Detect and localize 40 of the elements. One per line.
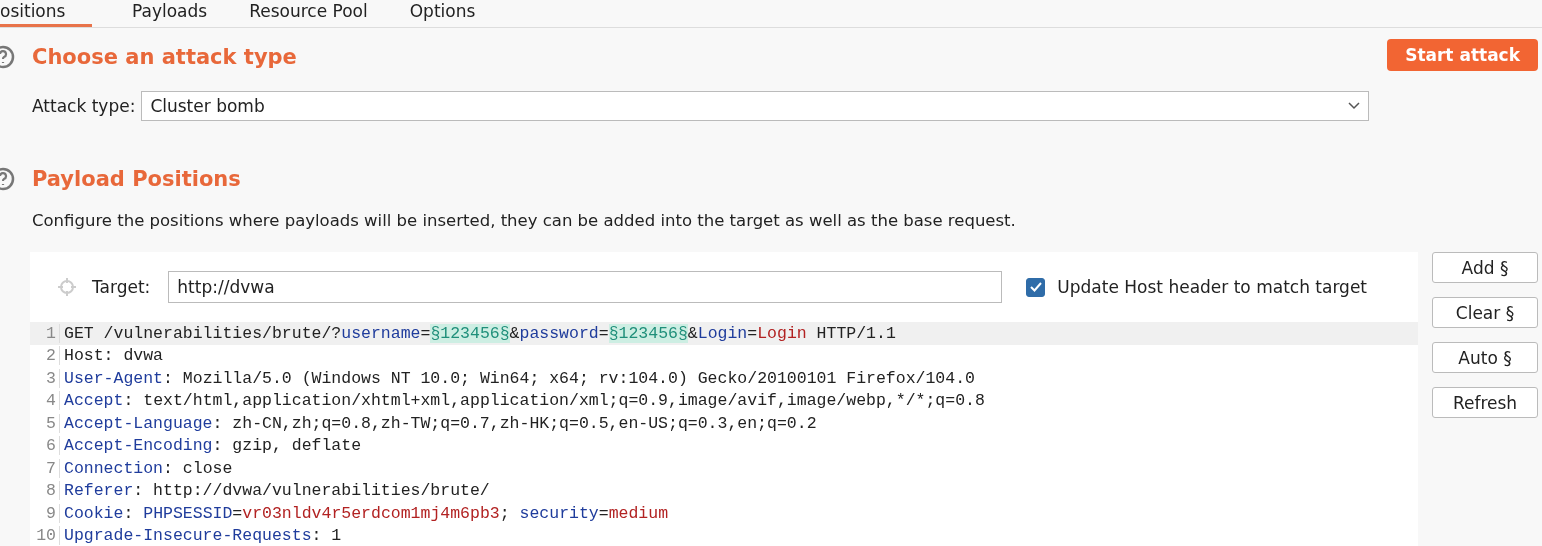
code-line: GET /vulnerabilities/brute/?username=§123456§&password=§123456§&Login=Login HTTP/1.1 xyxy=(64,323,896,343)
code-line: Cookie: PHPSESSID=vr03nldv4r5erdcom1mj4m6pb3; security=medium xyxy=(64,503,669,523)
line-number: 5 xyxy=(30,413,60,433)
section-title: Payload Positions xyxy=(32,167,242,191)
line-number: 1 xyxy=(30,323,60,343)
code-line: User-Agent: Mozilla/5.0 (Windows NT 10.0; Win64; x64; rv:104.0) Gecko/20100101 Firefox/104.0 xyxy=(64,368,975,388)
tab[interactable]: Options xyxy=(409,0,478,27)
line-number: 9 xyxy=(30,503,60,523)
attack-type-label: Attack type: xyxy=(32,96,136,116)
code-line: Accept-Encoding: gzip, deflate xyxy=(64,436,362,456)
code-line: Referer: http://dvwa/vulnerabilities/brute/ xyxy=(64,481,490,501)
editor-button[interactable]: Auto § xyxy=(1432,342,1538,373)
line-number: 3 xyxy=(30,368,60,388)
line-number: 8 xyxy=(30,481,60,501)
editor-button[interactable]: Refresh xyxy=(1432,387,1538,418)
checkbox[interactable] xyxy=(1026,277,1046,297)
line-number: 6 xyxy=(30,436,60,456)
attack-type-dropdown[interactable]: Cluster bomb xyxy=(141,91,1370,121)
code-line: Accept-Language: zh-CN,zh;q=0.8,zh-TW;q=0.7,zh-HK;q=0.5,en-US;q=0.3,en;q=0.2 xyxy=(64,413,817,433)
tab[interactable]: ositions xyxy=(0,0,92,27)
editor-button[interactable]: Add § xyxy=(1432,252,1538,283)
line-number: 2 xyxy=(30,346,60,366)
target-label: Target: xyxy=(92,277,151,297)
tab[interactable]: Resource Pool xyxy=(249,0,370,27)
editor-button[interactable]: Clear § xyxy=(1432,297,1538,328)
code-line: Accept: text/html,application/xhtml+xml,application/xml;q=0.9,image/avif,image/webp,*/*;q=0.8 xyxy=(64,391,985,411)
line-number: 7 xyxy=(30,458,60,478)
code-line: Host: dvwa xyxy=(64,346,164,366)
tab[interactable]: Payloads xyxy=(132,0,210,27)
line-number: 10 xyxy=(30,526,60,546)
section-title: Choose an attack type xyxy=(32,44,298,69)
code-line: Connection: close xyxy=(64,458,233,478)
check-icon xyxy=(1029,282,1042,292)
line-number: 4 xyxy=(30,391,60,411)
section-description: Configure the positions where payloads will be inserted, they can be added into the target as well as the base request. xyxy=(32,211,1017,230)
checkbox-label: Update Host header to match target xyxy=(1057,277,1368,297)
code-line: Upgrade-Insecure-Requests: 1 xyxy=(64,526,342,546)
crosshair-icon xyxy=(58,278,76,296)
chevron-down-icon xyxy=(1348,102,1361,110)
target-field[interactable]: http://dvwa xyxy=(168,271,1003,303)
